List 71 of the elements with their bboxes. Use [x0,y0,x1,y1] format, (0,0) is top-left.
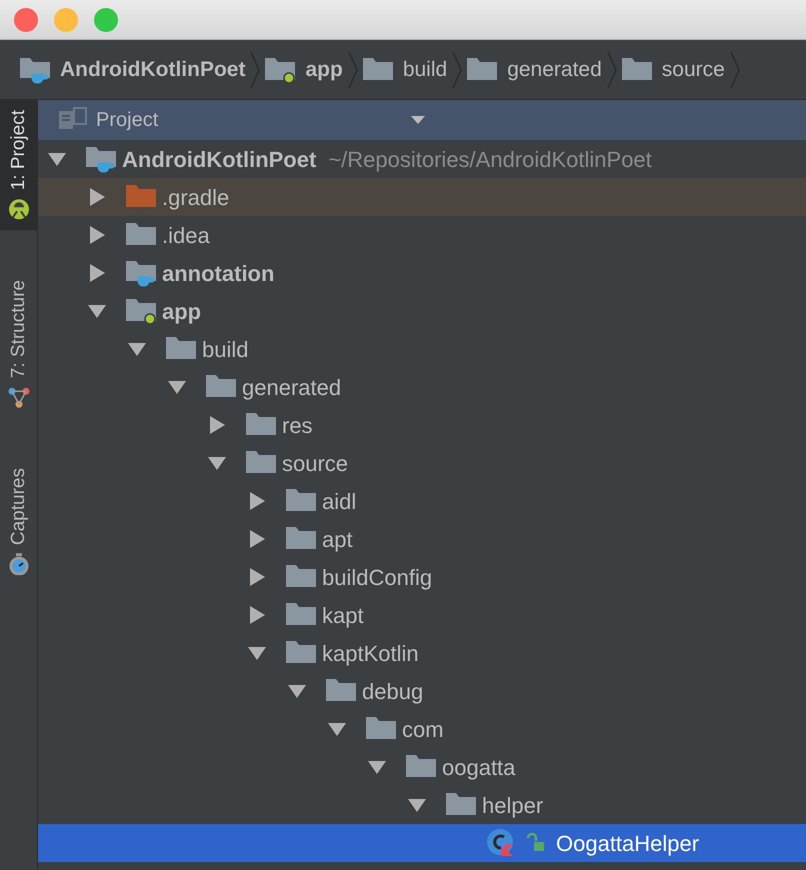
tool-window-tab[interactable]: Captures [0,458,38,586]
collapse-arrow-icon [286,683,308,699]
tree-item-label: oogatta [442,754,516,782]
breadcrumb-item[interactable]: generated [463,54,606,86]
tree-item[interactable]: com [38,710,806,748]
module-folder-icon [20,56,52,84]
tree-item-label: apt [322,526,353,554]
tree-item[interactable]: generated [38,368,806,406]
tree-item-label: AndroidKotlinPoet [122,146,316,174]
breadcrumb-item[interactable]: AndroidKotlinPoet [16,54,250,86]
tree-item-label: build [202,336,248,364]
tree-item[interactable]: debug [38,672,806,710]
tree-item-label: debug [362,678,424,706]
collapse-arrow-icon [46,151,68,167]
tree-item-label: buildConfig [322,564,432,592]
minimize-button[interactable] [54,8,78,32]
tree-item[interactable]: OogattaHelper [38,824,806,862]
tree-item-label: kapt [322,602,364,630]
tree-item-label: .gradle [162,184,230,212]
tree-item[interactable]: res [38,406,806,444]
breadcrumb-item[interactable]: source [618,54,729,86]
tree-item-label: helper [482,792,544,820]
close-button[interactable] [14,8,38,32]
tree-item[interactable]: buildConfig [38,558,806,596]
tree-item[interactable]: app [38,292,806,330]
collapse-arrow-icon [366,759,388,775]
module-folder-icon [126,297,158,325]
tool-window-tab[interactable]: 1: Project [0,100,38,230]
tree-item-label: annotation [162,260,274,288]
tree-item-label: generated [242,374,342,402]
panel-title: Project [96,108,158,133]
collapse-arrow-icon [406,797,428,813]
module-folder-icon [126,259,158,287]
tree-item[interactable]: aidl [38,482,806,520]
tool-window-tab[interactable]: 7: Structure [0,270,38,418]
tree-item[interactable]: AndroidKotlinPoet ~/Repositories/AndroidKotlinPoet [38,140,806,178]
tree-item[interactable]: oogatta [38,748,806,786]
tree-item[interactable]: source [38,444,806,482]
tree-item-label: OogattaHelper [556,830,700,858]
collapse-arrow-icon [126,341,148,357]
breadcrumb-item[interactable]: app [261,54,347,86]
view-dropdown-button[interactable] [410,115,426,125]
tree-item-label: kaptKotlin [322,640,419,668]
project-path: ~/Repositories/AndroidKotlinPoet [328,146,652,174]
collapse-arrow-icon [326,721,348,737]
tree-item[interactable]: apt [38,520,806,558]
collapse-arrow-icon [166,379,188,395]
zoom-button[interactable] [94,8,118,32]
collapse-arrow-icon [206,455,228,471]
tree-item-label: aidl [322,488,356,516]
tree-item-label: source [282,450,348,478]
tree-item-label: com [402,716,444,744]
tree-item[interactable]: kapt [38,596,806,634]
breadcrumb-item[interactable]: build [358,54,452,86]
tree-item-label: .idea [162,222,210,250]
tree-item[interactable]: .gradle [38,178,806,216]
tree-item[interactable]: build [38,330,806,368]
stopwatch-icon [8,554,30,576]
module-folder-icon [265,56,298,84]
module-folder-icon [86,145,118,173]
tree-item[interactable]: helper [38,786,806,824]
caret-icon [410,115,426,125]
tree-item[interactable]: .idea [38,216,806,254]
collapse-arrow-icon [246,645,268,661]
collapse-arrow-icon [86,303,108,319]
tree-item[interactable]: kaptKotlin [38,634,806,672]
android-icon [8,198,30,220]
tree-item[interactable]: annotation [38,254,806,292]
tree-item-label: res [282,412,313,440]
tree-item-label: app [162,298,202,326]
structure-icon [8,386,30,408]
